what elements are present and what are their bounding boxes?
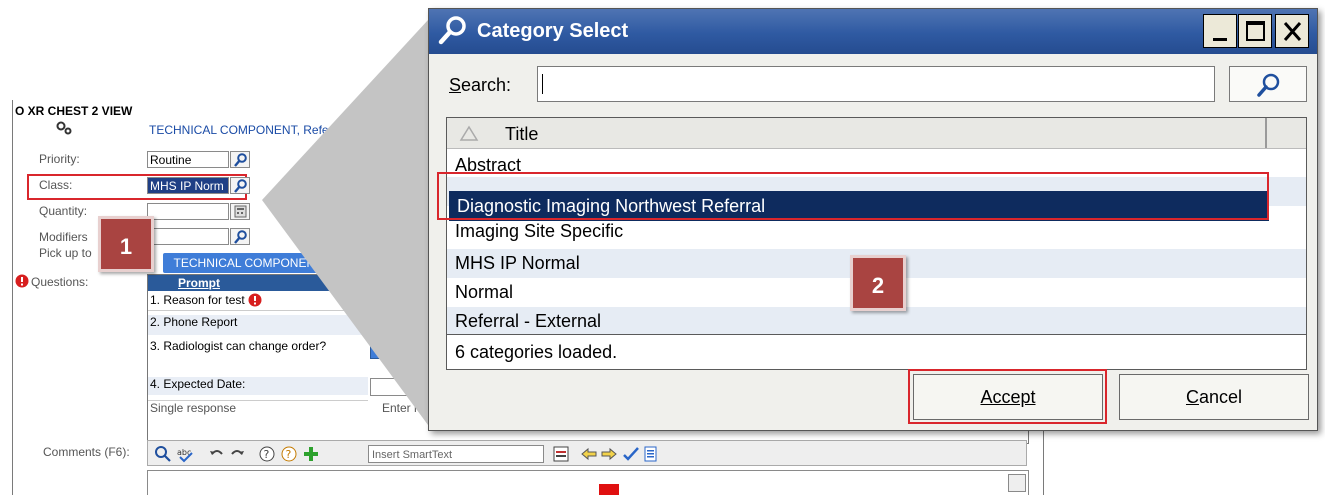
callout-1: 1 [98,216,154,272]
minimize-icon [1213,38,1227,41]
dialog-title: Category Select [477,20,629,42]
maximize-icon [1246,21,1265,41]
close-button[interactable] [1275,14,1309,48]
selected-row-highlight-box [437,172,1269,220]
accept-highlight-box [908,369,1107,424]
title-column-label: Title [505,124,539,144]
status-text: 6 categories loaded. [447,334,1306,369]
column-separator [1265,118,1267,148]
close-icon [1283,22,1302,41]
list-item[interactable]: Imaging Site Specific [447,222,1306,244]
cancel-label: Cancel [1185,387,1243,407]
sort-ascending-icon [459,125,479,141]
list-item[interactable]: Abstract [447,148,1306,175]
search-input[interactable] [537,66,1215,102]
minimize-button[interactable] [1203,14,1237,48]
text-caret [542,74,543,94]
maximize-button[interactable] [1238,14,1272,48]
search-icon [1257,73,1280,97]
title-column-header[interactable]: Title [447,118,1306,149]
callout-2: 2 [850,255,906,311]
search-label: Search: [449,75,512,95]
category-list: Title Abstract Diagnostic Imaging Northw… [446,117,1307,370]
search-icon [438,16,466,45]
search-button[interactable] [1229,66,1307,102]
cancel-button[interactable]: Cancel [1119,374,1309,420]
dialog-titlebar[interactable]: Category Select [429,9,1317,54]
